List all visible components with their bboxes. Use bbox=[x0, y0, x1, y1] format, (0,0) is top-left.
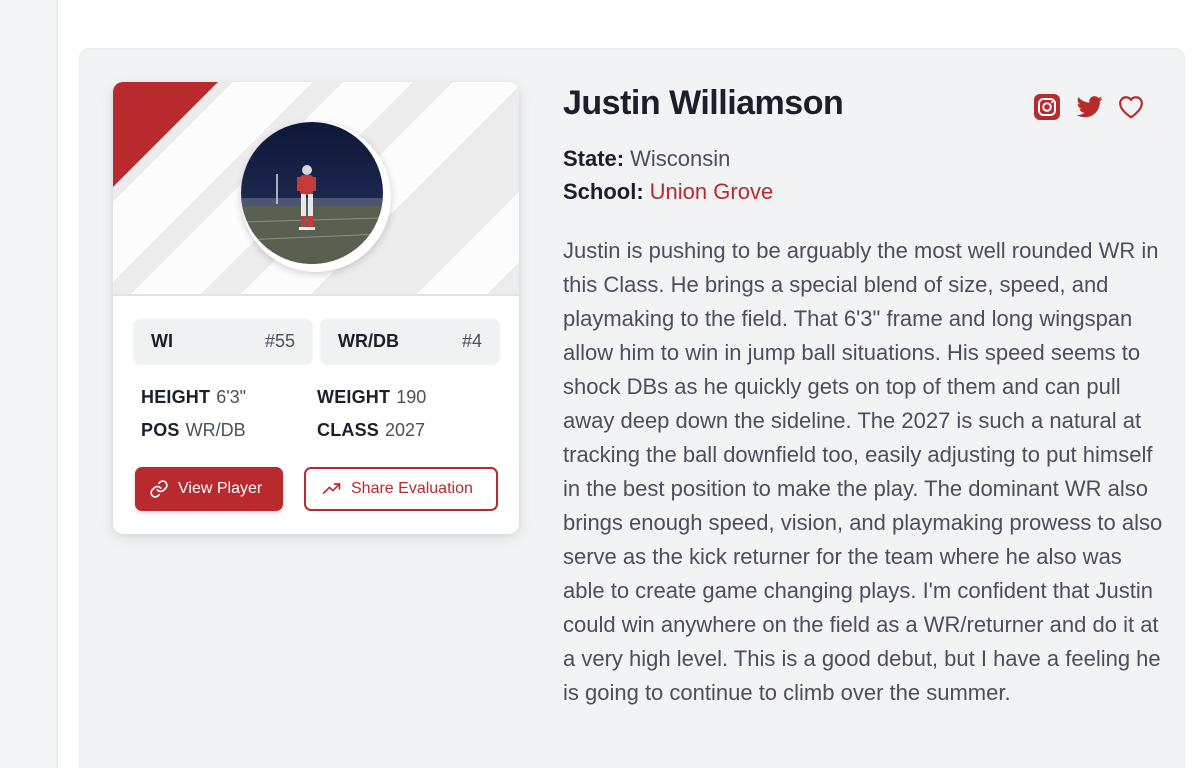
heart-icon[interactable] bbox=[1118, 94, 1144, 120]
state-abbrev: WI bbox=[151, 330, 173, 351]
stat-class-value: 2027 bbox=[385, 420, 426, 440]
stat-class-label: CLASS bbox=[317, 420, 380, 440]
player-card: WI #55 WR/DB #4 HEIGHT 6'3" WEIGHT 190 POS… bbox=[113, 82, 519, 534]
state-value: Wisconsin bbox=[630, 146, 731, 171]
state-rank: #55 bbox=[264, 330, 295, 351]
view-player-button[interactable]: View Player bbox=[135, 467, 283, 511]
left-sidebar-rail bbox=[0, 0, 58, 768]
stat-pos: POS WR/DB bbox=[141, 420, 246, 441]
stat-weight: WEIGHT 190 bbox=[317, 387, 426, 408]
stat-height-label: HEIGHT bbox=[141, 387, 211, 407]
link-icon bbox=[150, 480, 168, 498]
player-name: Justin Williamson bbox=[563, 84, 844, 122]
stat-height-value: 6'3" bbox=[216, 387, 247, 407]
share-evaluation-label: Share Evaluation bbox=[351, 480, 473, 497]
stat-pos-label: POS bbox=[141, 420, 180, 440]
stat-weight-label: WEIGHT bbox=[317, 387, 391, 407]
position-rank-chip: WR/DB #4 bbox=[321, 319, 499, 363]
player-photo bbox=[241, 122, 383, 264]
position-label: WR/DB bbox=[338, 330, 399, 351]
trending-up-icon bbox=[322, 483, 341, 494]
view-player-label: View Player bbox=[178, 480, 263, 497]
school-label: School: bbox=[563, 179, 644, 204]
player-state: State: Wisconsin bbox=[563, 146, 730, 172]
state-rank-chip: WI #55 bbox=[134, 319, 312, 363]
stat-class: CLASS 2027 bbox=[317, 420, 425, 441]
instagram-icon[interactable] bbox=[1034, 94, 1060, 120]
twitter-icon[interactable] bbox=[1077, 94, 1103, 120]
stat-pos-value: WR/DB bbox=[185, 420, 246, 440]
state-label: State: bbox=[563, 146, 625, 171]
player-school: School: Union Grove bbox=[563, 179, 773, 205]
player-avatar bbox=[241, 122, 391, 272]
card-banner bbox=[113, 82, 519, 296]
player-evaluation-text: Justin is pushing to be arguably the mos… bbox=[563, 238, 1163, 705]
stat-weight-value: 190 bbox=[396, 387, 427, 407]
school-link[interactable]: Union Grove bbox=[650, 179, 774, 204]
stat-height: HEIGHT 6'3" bbox=[141, 387, 246, 408]
position-rank: #4 bbox=[461, 330, 482, 351]
share-evaluation-button[interactable]: Share Evaluation bbox=[304, 467, 498, 511]
